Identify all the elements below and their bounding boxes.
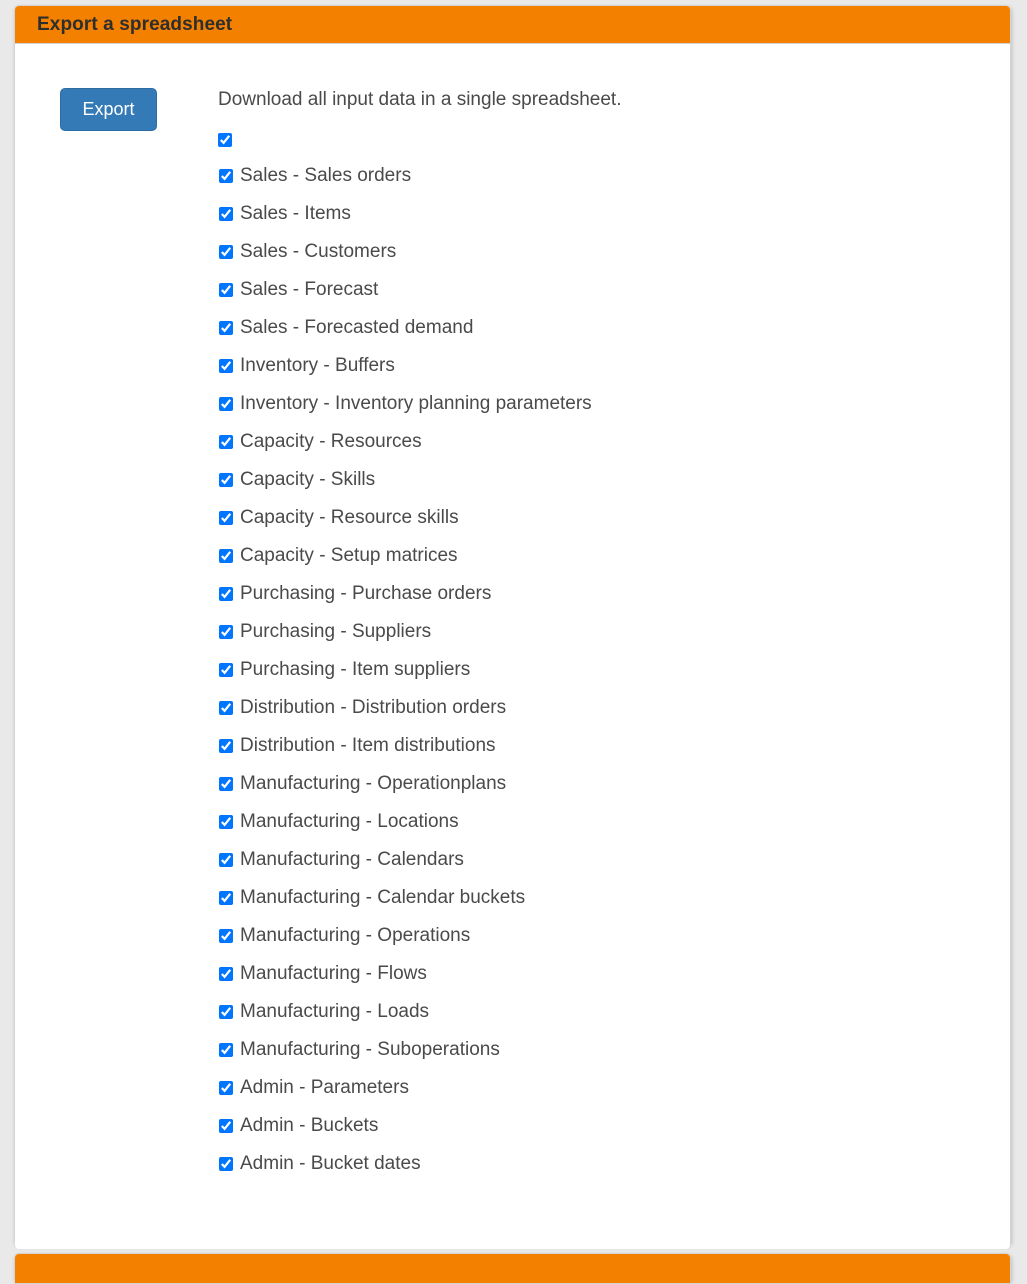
checklist-label: Distribution - Item distributions xyxy=(240,735,496,757)
checklist-label: Sales - Items xyxy=(240,203,351,225)
panel-header: Export a spreadsheet xyxy=(15,6,1010,44)
checklist-label: Sales - Forecasted demand xyxy=(240,317,474,339)
checklist-row[interactable]: Sales - Customers xyxy=(218,233,1010,271)
checklist-rows: Sales - Sales orders Sales - Items Sales -… xyxy=(218,157,1010,1183)
checklist-checkbox[interactable] xyxy=(219,510,233,525)
checklist-label: Admin - Bucket dates xyxy=(240,1153,421,1175)
export-content-row: Export Download all input data in a sing… xyxy=(15,44,1010,1183)
checklist-checkbox[interactable] xyxy=(219,738,233,753)
checklist-row[interactable]: Admin - Parameters xyxy=(218,1069,1010,1107)
checklist-row[interactable]: Capacity - Resources xyxy=(218,423,1010,461)
checklist-label: Admin - Parameters xyxy=(240,1077,409,1099)
checklist-row[interactable]: Manufacturing - Flows xyxy=(218,955,1010,993)
checklist-checkbox[interactable] xyxy=(219,662,233,677)
export-description: Download all input data in a single spre… xyxy=(218,89,622,110)
checklist-row[interactable]: Manufacturing - Calendar buckets xyxy=(218,879,1010,917)
checklist-label: Manufacturing - Loads xyxy=(240,1001,430,1023)
checklist-checkbox[interactable] xyxy=(219,776,233,791)
checklist-label: Sales - Sales orders xyxy=(240,165,412,187)
checklist-row[interactable]: Inventory - Inventory planning parameter… xyxy=(218,385,1010,423)
panel-bottom-spacer xyxy=(15,1183,1010,1249)
checklist-checkbox[interactable] xyxy=(219,814,233,829)
select-all-row[interactable] xyxy=(218,123,1010,157)
checklist-checkbox[interactable] xyxy=(219,586,233,601)
checklist-label: Admin - Buckets xyxy=(240,1115,379,1137)
checklist-row[interactable]: Sales - Forecast xyxy=(218,271,1010,309)
checklist-label: Capacity - Skills xyxy=(240,469,376,491)
checklist-checkbox[interactable] xyxy=(219,244,233,259)
checklist-row[interactable]: Capacity - Setup matrices xyxy=(218,537,1010,575)
checklist-label: Capacity - Resource skills xyxy=(240,507,459,529)
checklist-checkbox[interactable] xyxy=(219,624,233,639)
checklist-row[interactable]: Capacity - Skills xyxy=(218,461,1010,499)
checklist-checkbox[interactable] xyxy=(219,472,233,487)
checklist-label: Manufacturing - Flows xyxy=(240,963,427,985)
checklist-checkbox[interactable] xyxy=(219,358,233,373)
checklist-row[interactable]: Inventory - Buffers xyxy=(218,347,1010,385)
export-checklist: Sales - Sales orders Sales - Items Sales -… xyxy=(218,123,1010,1183)
checklist-checkbox[interactable] xyxy=(219,1004,233,1019)
export-button[interactable]: Export xyxy=(60,88,157,131)
checklist-checkbox[interactable] xyxy=(219,700,233,715)
checklist-row[interactable]: Capacity - Resource skills xyxy=(218,499,1010,537)
checklist-checkbox[interactable] xyxy=(219,282,233,297)
checklist-checkbox[interactable] xyxy=(219,206,233,221)
checklist-row[interactable]: Distribution - Distribution orders xyxy=(218,689,1010,727)
checklist-label: Sales - Customers xyxy=(240,241,397,263)
checklist-checkbox[interactable] xyxy=(219,548,233,563)
checklist-label: Inventory - Buffers xyxy=(240,355,395,377)
checklist-checkbox[interactable] xyxy=(219,434,233,449)
checklist-label: Manufacturing - Suboperations xyxy=(240,1039,500,1061)
checklist-label: Purchasing - Item suppliers xyxy=(240,659,471,681)
checklist-checkbox[interactable] xyxy=(219,1080,233,1095)
checklist-label: Manufacturing - Calendars xyxy=(240,849,464,871)
checklist-row[interactable]: Sales - Forecasted demand xyxy=(218,309,1010,347)
select-all-checkbox[interactable] xyxy=(218,132,232,147)
export-button-column: Export xyxy=(15,88,159,131)
checklist-checkbox[interactable] xyxy=(219,396,233,411)
checklist-label: Inventory - Inventory planning parameter… xyxy=(240,393,592,415)
checklist-row[interactable]: Distribution - Item distributions xyxy=(218,727,1010,765)
page-title: Export a spreadsheet xyxy=(37,14,233,35)
next-panel-header xyxy=(15,1254,1010,1284)
checklist-row[interactable]: Admin - Bucket dates xyxy=(218,1145,1010,1183)
checklist-label: Manufacturing - Calendar buckets xyxy=(240,887,526,909)
checklist-row[interactable]: Purchasing - Suppliers xyxy=(218,613,1010,651)
checklist-checkbox[interactable] xyxy=(219,1042,233,1057)
checklist-label: Capacity - Setup matrices xyxy=(240,545,458,567)
checklist-row[interactable]: Purchasing - Item suppliers xyxy=(218,651,1010,689)
checklist-row[interactable]: Manufacturing - Locations xyxy=(218,803,1010,841)
checklist-row[interactable]: Manufacturing - Suboperations xyxy=(218,1031,1010,1069)
checklist-row[interactable]: Manufacturing - Loads xyxy=(218,993,1010,1031)
checklist-checkbox[interactable] xyxy=(219,928,233,943)
checklist-label: Capacity - Resources xyxy=(240,431,422,453)
checklist-label: Manufacturing - Operations xyxy=(240,925,471,947)
checklist-row[interactable]: Purchasing - Purchase orders xyxy=(218,575,1010,613)
checklist-row[interactable]: Manufacturing - Calendars xyxy=(218,841,1010,879)
checklist-checkbox[interactable] xyxy=(219,168,233,183)
checklist-checkbox[interactable] xyxy=(219,852,233,867)
checklist-row[interactable]: Manufacturing - Operationplans xyxy=(218,765,1010,803)
checklist-checkbox[interactable] xyxy=(219,966,233,981)
panel-body: Export Download all input data in a sing… xyxy=(15,44,1010,1249)
checklist-label: Sales - Forecast xyxy=(240,279,379,301)
checklist-label: Purchasing - Purchase orders xyxy=(240,583,492,605)
checklist-row[interactable]: Sales - Items xyxy=(218,195,1010,233)
checklist-row[interactable]: Manufacturing - Operations xyxy=(218,917,1010,955)
checklist-checkbox[interactable] xyxy=(219,890,233,905)
checklist-row[interactable]: Admin - Buckets xyxy=(218,1107,1010,1145)
checklist-label: Manufacturing - Locations xyxy=(240,811,459,833)
checklist-label: Purchasing - Suppliers xyxy=(240,621,432,643)
checklist-checkbox[interactable] xyxy=(219,1156,233,1171)
checklist-label: Manufacturing - Operationplans xyxy=(240,773,507,795)
checklist-row[interactable]: Sales - Sales orders xyxy=(218,157,1010,195)
export-spreadsheet-panel: Export a spreadsheet Export Download all… xyxy=(14,5,1011,1249)
checklist-label: Distribution - Distribution orders xyxy=(240,697,507,719)
checklist-checkbox[interactable] xyxy=(219,1118,233,1133)
export-options-column: Download all input data in a single spre… xyxy=(159,88,1010,1183)
next-panel xyxy=(14,1253,1011,1284)
checklist-checkbox[interactable] xyxy=(219,320,233,335)
